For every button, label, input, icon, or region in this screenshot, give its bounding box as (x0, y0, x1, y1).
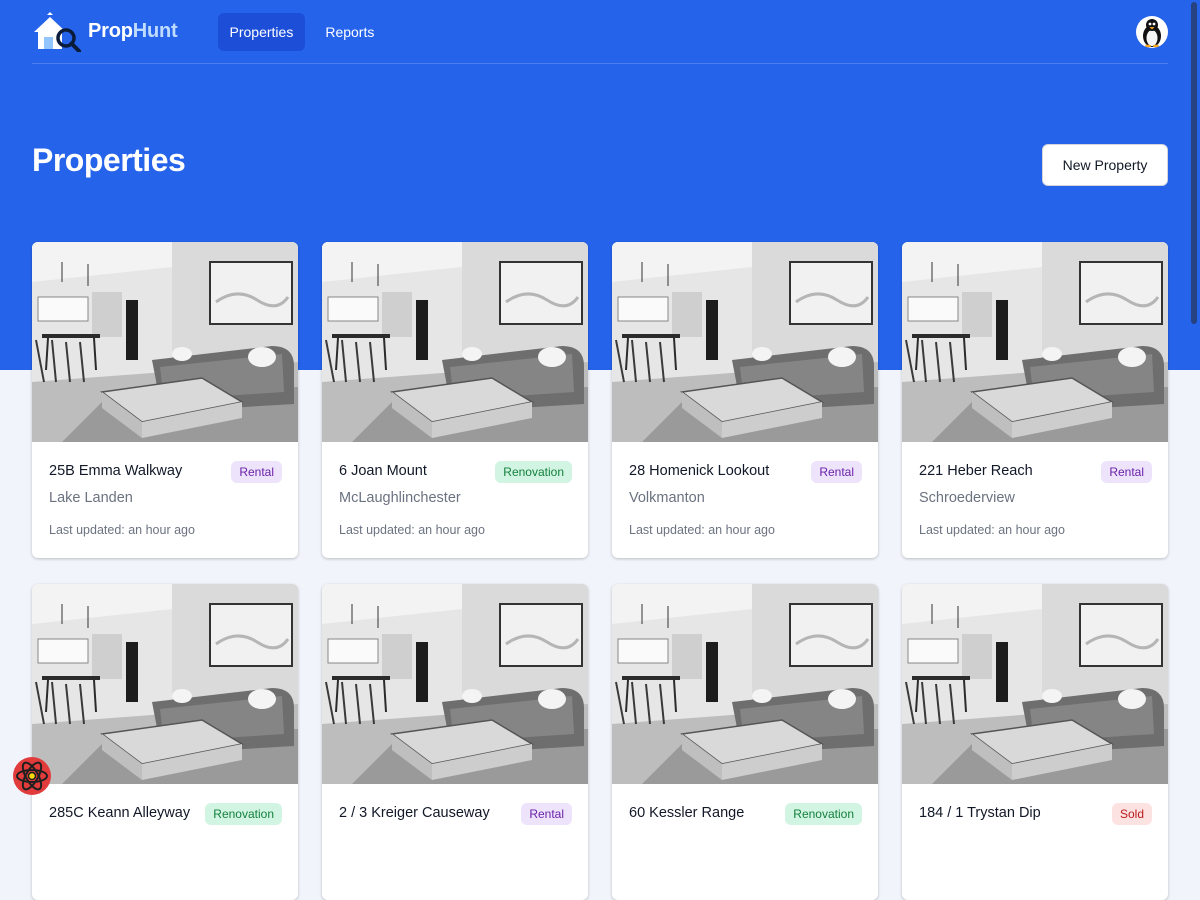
property-type-badge: Rental (521, 803, 572, 825)
penguin-avatar-icon (1143, 18, 1161, 47)
property-address: 28 Homenick Lookout (629, 463, 770, 479)
property-city: Lake Landen (49, 490, 133, 506)
property-photo (322, 584, 588, 784)
nav-item-properties[interactable]: Properties (217, 12, 306, 51)
card-body: 60 Kessler Range Renovation (612, 784, 878, 825)
property-card[interactable]: 28 Homenick Lookout Rental Volkmanton La… (612, 242, 878, 558)
property-card[interactable]: 6 Joan Mount Renovation McLaughlincheste… (322, 242, 588, 558)
last-updated: Last updated: an hour ago (339, 523, 485, 537)
nav-item-reports[interactable]: Reports (313, 13, 386, 51)
property-type-badge: Renovation (785, 803, 862, 825)
property-type-badge: Rental (1101, 461, 1152, 483)
main-nav: Properties Reports (217, 12, 387, 51)
property-address: 2 / 3 Kreiger Causeway (339, 805, 490, 821)
property-photo (612, 584, 878, 784)
property-city: Volkmanton (629, 490, 705, 506)
last-updated: Last updated: an hour ago (49, 523, 195, 537)
card-body: 285C Keann Alleyway Renovation (32, 784, 298, 825)
card-body: 6 Joan Mount Renovation McLaughlincheste… (322, 442, 588, 537)
new-property-button[interactable]: New Property (1042, 144, 1168, 186)
card-body: 221 Heber Reach Rental Schroederview Las… (902, 442, 1168, 537)
last-updated: Last updated: an hour ago (919, 523, 1065, 537)
property-type-badge: Renovation (495, 461, 572, 483)
property-card[interactable]: 221 Heber Reach Rental Schroederview Las… (902, 242, 1168, 558)
property-card[interactable]: 25B Emma Walkway Rental Lake Landen Last… (32, 242, 298, 558)
property-address: 6 Joan Mount (339, 463, 427, 479)
property-address: 25B Emma Walkway (49, 463, 183, 479)
property-photo (902, 584, 1168, 784)
property-photo (322, 242, 588, 442)
page-scrollbar[interactable] (1191, 2, 1197, 324)
user-avatar[interactable] (1136, 15, 1168, 48)
card-body: 25B Emma Walkway Rental Lake Landen Last… (32, 442, 298, 537)
property-photo (32, 584, 298, 784)
property-photo (612, 242, 878, 442)
property-card[interactable]: 2 / 3 Kreiger Causeway Rental (322, 584, 588, 900)
property-address: 285C Keann Alleyway (49, 805, 191, 821)
property-photo (902, 242, 1168, 442)
property-city: McLaughlinchester (339, 490, 461, 506)
house-search-icon (34, 11, 81, 52)
top-navigation-bar: PropHunt Properties Reports (32, 0, 1168, 64)
property-city: Schroederview (919, 490, 1015, 506)
property-card[interactable]: 184 / 1 Trystan Dip Sold (902, 584, 1168, 900)
card-body: 28 Homenick Lookout Rental Volkmanton La… (612, 442, 878, 537)
card-body: 184 / 1 Trystan Dip Sold (902, 784, 1168, 825)
property-photo (32, 242, 298, 442)
property-type-badge: Rental (811, 461, 862, 483)
property-type-badge: Renovation (205, 803, 282, 825)
property-card[interactable]: 285C Keann Alleyway Renovation (32, 584, 298, 900)
property-grid: 25B Emma Walkway Rental Lake Landen Last… (32, 242, 1168, 900)
property-address: 184 / 1 Trystan Dip (919, 805, 1041, 821)
property-address: 221 Heber Reach (919, 463, 1033, 479)
property-type-badge: Rental (231, 461, 282, 483)
react-devtools-icon[interactable] (12, 756, 52, 796)
card-body: 2 / 3 Kreiger Causeway Rental (322, 784, 588, 825)
property-type-badge: Sold (1111, 803, 1152, 825)
page-title: Properties (32, 142, 186, 178)
property-address: 60 Kessler Range (629, 805, 745, 821)
property-card[interactable]: 60 Kessler Range Renovation (612, 584, 878, 900)
brand-name: PropHunt (88, 20, 178, 42)
last-updated: Last updated: an hour ago (629, 523, 775, 537)
logo[interactable]: PropHunt (32, 11, 178, 52)
